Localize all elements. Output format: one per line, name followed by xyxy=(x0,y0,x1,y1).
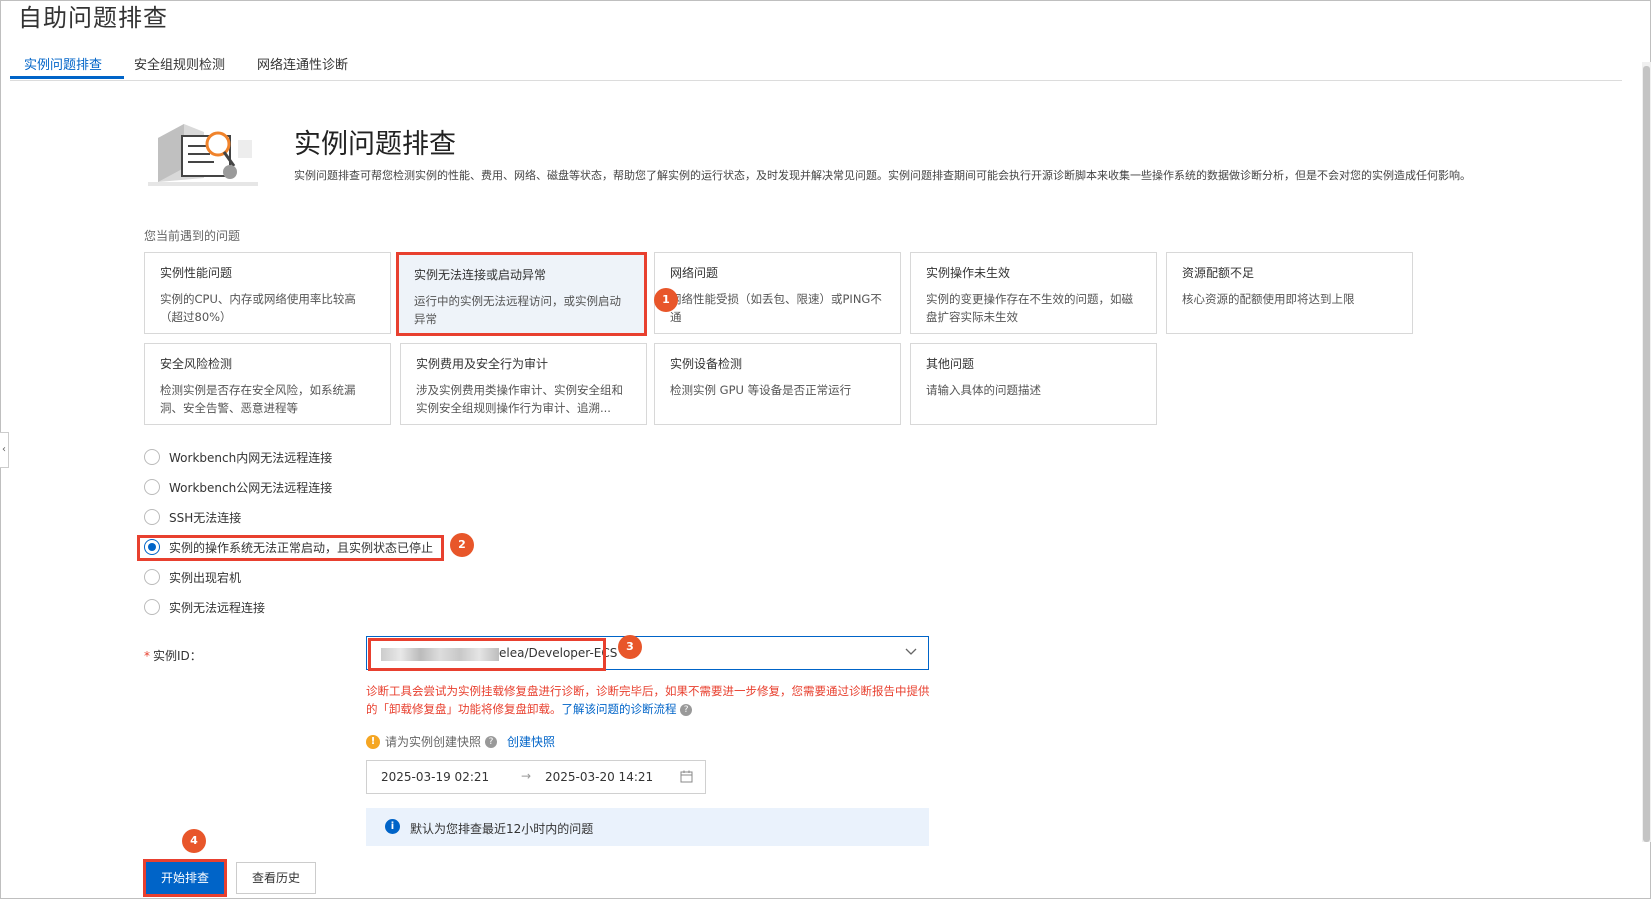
date-end[interactable]: 2025-03-20 14:21 xyxy=(545,770,653,784)
instance-id-label: * 实例ID： xyxy=(144,649,202,663)
highlight-box-step4 xyxy=(143,859,227,897)
issue-card-desc: 网络性能受损（如丢包、限速）或PING不通 xyxy=(670,292,882,324)
radio-ssh[interactable]: SSH无法连接 xyxy=(144,507,241,527)
issues-section-label: 您当前遇到的问题 xyxy=(144,229,241,243)
magnifier-illustration-icon xyxy=(144,118,268,194)
issue-card-desc: 检测实例是否存在安全风险，如系统漏洞、安全告警、恶意进程等 xyxy=(160,383,356,415)
radio-label: 实例无法远程连接 xyxy=(169,600,266,615)
info-banner: i 默认为您排查最近12小时内的问题 xyxy=(366,808,929,846)
issue-card-desc: 运行中的实例无法远程访问，或实例启动异常 xyxy=(414,294,621,326)
active-tab-indicator xyxy=(10,76,124,79)
create-snapshot-link[interactable]: 创建快照 xyxy=(507,733,555,750)
radio-label: SSH无法连接 xyxy=(169,510,242,525)
issue-card-quota[interactable]: 资源配额不足 核心资源的配额使用即将达到上限 xyxy=(1166,252,1413,334)
issue-card-other[interactable]: 其他问题 请输入具体的问题描述 xyxy=(910,343,1157,425)
tab-network-diagnosis[interactable]: 网络连通性诊断 xyxy=(257,54,348,73)
issue-card-title: 资源配额不足 xyxy=(1182,266,1255,280)
issue-card-security-risk[interactable]: 安全风险检测 检测实例是否存在安全风险，如系统漏洞、安全告警、恶意进程等 xyxy=(144,343,391,425)
radio-circle[interactable] xyxy=(144,479,160,495)
step-badge-4: 4 xyxy=(182,829,206,853)
issue-card-performance[interactable]: 实例性能问题 实例的CPU、内存或网络使用率比较高（超过80%） xyxy=(144,252,391,334)
calendar-icon[interactable] xyxy=(680,770,693,783)
issue-card-title: 网络问题 xyxy=(670,266,719,280)
snapshot-hint-row: ! 请为实例创建快照 ? 创建快照 xyxy=(366,733,555,750)
issue-card-desc: 实例的CPU、内存或网络使用率比较高（超过80%） xyxy=(160,292,356,324)
info-icon: i xyxy=(385,819,400,834)
radio-circle[interactable] xyxy=(144,569,160,585)
radio-label: 实例出现宕机 xyxy=(169,570,242,585)
issue-card-title: 其他问题 xyxy=(926,357,975,371)
hero-description: 实例问题排查可帮您检测实例的性能、费用、网络、磁盘等状态，帮助您了解实例的运行状… xyxy=(294,169,1471,182)
tab-instance-troubleshoot[interactable]: 实例问题排查 xyxy=(24,54,102,73)
radio-circle[interactable] xyxy=(144,449,160,465)
info-text: 默认为您排查最近12小时内的问题 xyxy=(410,822,594,836)
chevron-down-icon[interactable] xyxy=(905,645,917,657)
issue-card-title: 实例操作未生效 xyxy=(926,266,1011,280)
date-arrow: → xyxy=(521,769,532,783)
issue-card-desc: 涉及实例费用类操作审计、实例安全组和实例安全组规则操作行为审计、追溯... xyxy=(416,383,623,415)
issue-card-desc: 实例的变更操作存在不生效的问题，如磁盘扩容实际未生效 xyxy=(926,292,1133,324)
issue-card-device-check[interactable]: 实例设备检测 检测实例 GPU 等设备是否正常运行 xyxy=(654,343,901,425)
page-title: 自助问题排查 xyxy=(18,4,168,32)
date-range-picker[interactable]: 2025-03-19 02:21 → 2025-03-20 14:21 xyxy=(366,760,706,794)
radio-label: Workbench公网无法远程连接 xyxy=(169,480,333,495)
issue-card-billing-audit[interactable]: 实例费用及安全行为审计 涉及实例费用类操作审计、实例安全组和实例安全组规则操作行… xyxy=(400,343,647,425)
radio-instance-crash[interactable]: 实例出现宕机 xyxy=(144,567,241,587)
issue-card-title: 实例性能问题 xyxy=(160,266,233,280)
radio-workbench-public[interactable]: Workbench公网无法远程连接 xyxy=(144,477,332,497)
radio-circle[interactable] xyxy=(144,599,160,615)
snapshot-hint: 请为实例创建快照 xyxy=(385,735,482,749)
issue-card-connection-startup[interactable]: 实例无法连接或启动异常 运行中的实例无法远程访问，或实例启动异常 xyxy=(396,252,647,336)
radio-circle[interactable] xyxy=(144,509,160,525)
radio-label: Workbench内网无法远程连接 xyxy=(169,450,333,465)
question-icon[interactable]: ? xyxy=(485,735,498,748)
step-badge-1: 1 xyxy=(654,288,678,312)
issue-card-desc: 核心资源的配额使用即将达到上限 xyxy=(1182,292,1355,306)
highlight-box-step3 xyxy=(368,638,606,671)
issue-card-network[interactable]: 网络问题 网络性能受损（如丢包、限速）或PING不通 xyxy=(654,252,901,334)
step-badge-2: 2 xyxy=(450,533,474,557)
issue-card-title: 实例无法连接或启动异常 xyxy=(414,268,547,282)
question-icon[interactable]: ? xyxy=(680,703,693,716)
highlight-box-step2 xyxy=(137,535,444,561)
issue-card-desc: 请输入具体的问题描述 xyxy=(926,383,1041,397)
tab-security-group-check[interactable]: 安全组规则检测 xyxy=(134,54,225,73)
issue-card-title: 安全风险检测 xyxy=(160,357,233,371)
warning-icon: ! xyxy=(366,734,380,749)
radio-workbench-private[interactable]: Workbench内网无法远程连接 xyxy=(144,447,332,467)
hero-title: 实例问题排查 xyxy=(294,129,456,160)
issue-card-desc: 检测实例 GPU 等设备是否正常运行 xyxy=(670,383,852,397)
date-start[interactable]: 2025-03-19 02:21 xyxy=(381,770,489,784)
view-history-button[interactable]: 查看历史 xyxy=(236,862,316,894)
issue-card-title: 实例设备检测 xyxy=(670,357,743,371)
issue-card-operation-not-effective[interactable]: 实例操作未生效 实例的变更操作存在不生效的问题，如磁盘扩容实际未生效 xyxy=(910,252,1157,334)
repair-disk-warning: 诊断工具会尝试为实例挂载修复盘进行诊断，诊断完毕后，如果不需要进一步修复，您需要… xyxy=(366,684,930,716)
tab-bar: 实例问题排查 安全组规则检测 网络连通性诊断 xyxy=(10,46,1622,81)
diagnosis-flow-link[interactable]: 了解该问题的诊断流程 xyxy=(562,702,677,716)
scrollbar-thumb[interactable] xyxy=(1643,66,1650,842)
collapse-handle-icon[interactable]: ‹ xyxy=(0,432,9,468)
radio-no-remote[interactable]: 实例无法远程连接 xyxy=(144,597,265,617)
step-badge-3: 3 xyxy=(618,635,642,659)
issue-card-title: 实例费用及安全行为审计 xyxy=(416,357,549,371)
